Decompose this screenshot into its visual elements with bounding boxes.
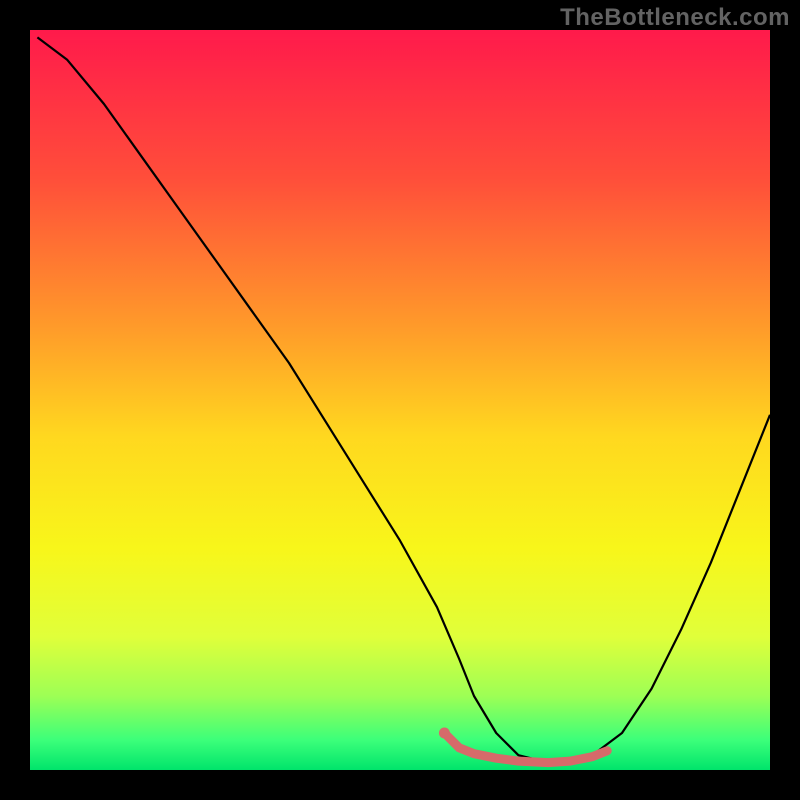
watermark-text: TheBottleneck.com — [560, 4, 790, 32]
marker-layer — [439, 728, 450, 739]
optimal_start_dot — [439, 728, 450, 739]
plot-background — [30, 30, 770, 770]
chart-frame: TheBottleneck.com — [0, 0, 800, 800]
bottleneck-chart — [0, 0, 800, 800]
